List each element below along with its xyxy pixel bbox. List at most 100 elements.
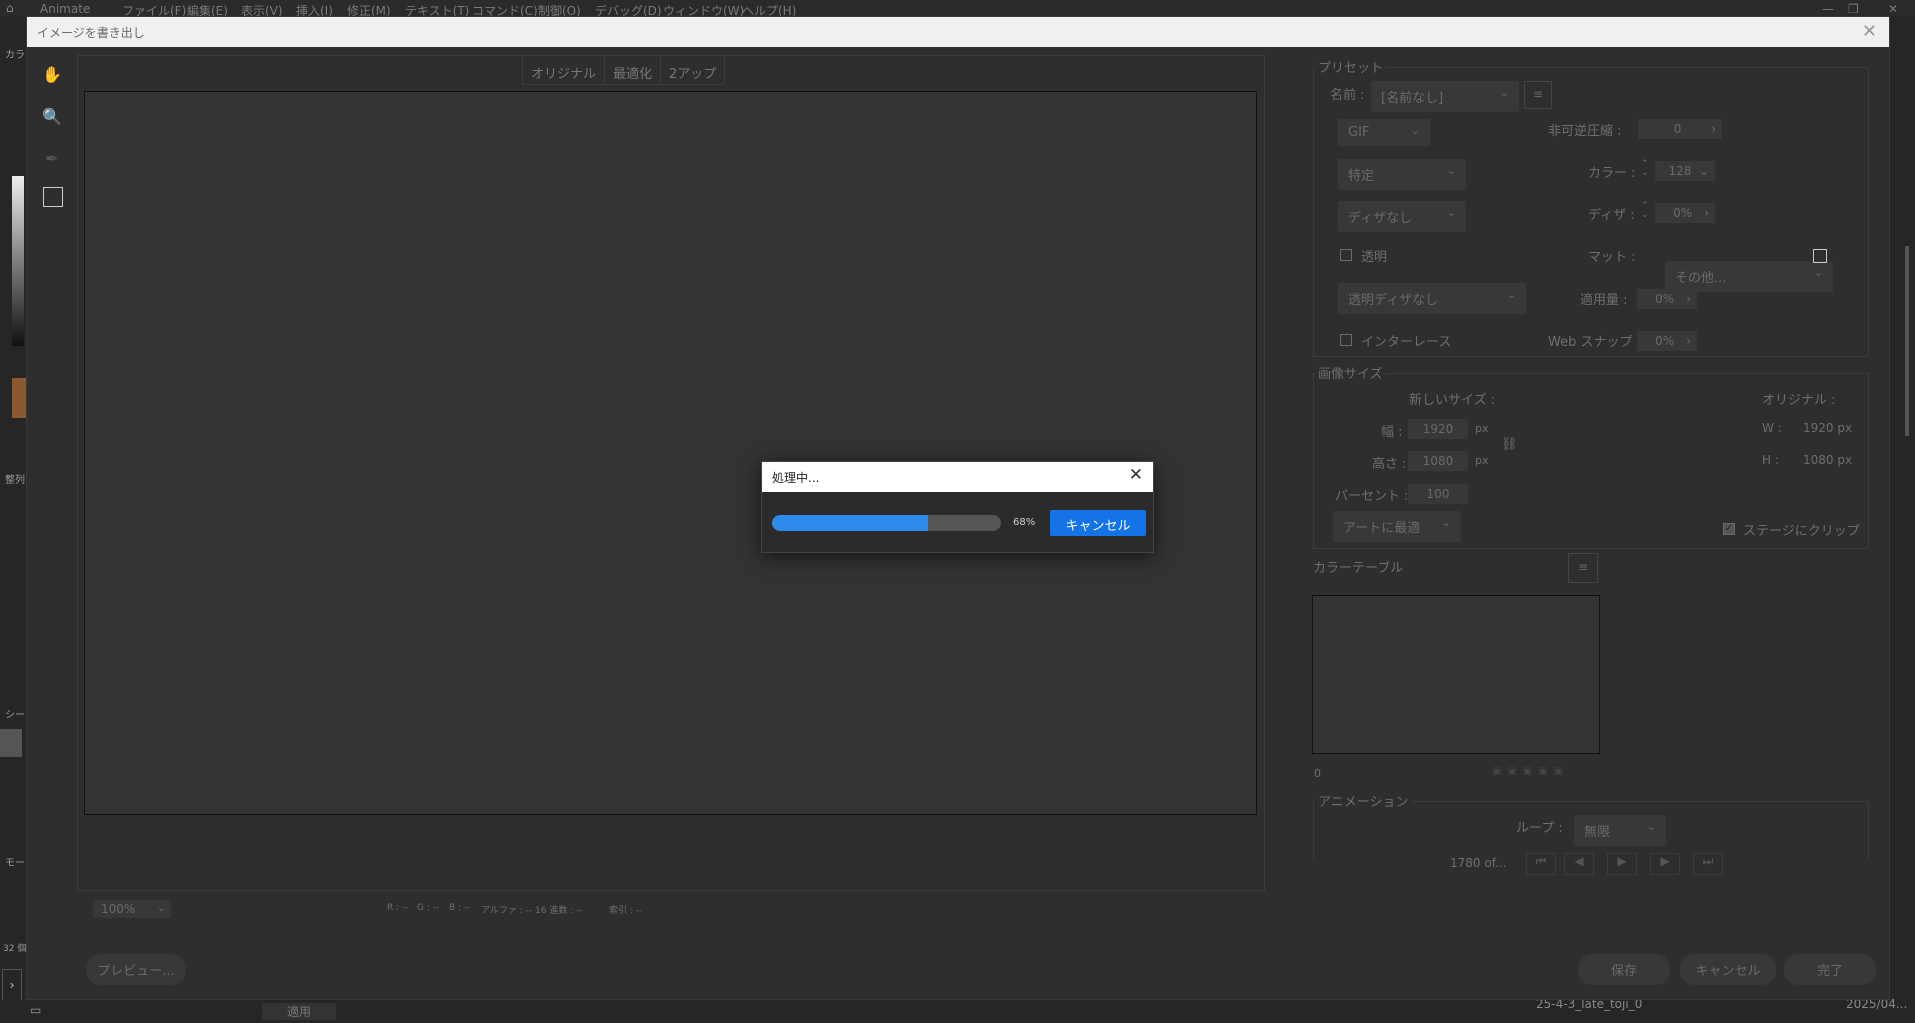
menu-file[interactable]: ファイル(F) [122,2,186,16]
first-frame-icon[interactable]: ⏮ [1526,853,1556,875]
width-field[interactable]: 1920 [1408,419,1468,439]
interlace-checkbox[interactable] [1340,334,1352,346]
cancel-button[interactable]: キャンセル [1680,954,1776,985]
chevron-down-icon: ⌄ [1441,516,1451,529]
play-icon[interactable]: ▶ [1607,853,1637,875]
preview-button[interactable]: プレビュー... [86,954,186,985]
link-icon[interactable]: ⛓ [1501,437,1518,452]
menu-edit[interactable]: 編集(E) [187,2,228,16]
transparency-dither-dropdown[interactable]: 透明ディザなし ⌄ [1338,283,1526,314]
palette-value: 特定 [1348,169,1375,184]
lossy-label: 非可逆圧縮 : [1548,124,1622,139]
original-width-value: 1920 px [1803,421,1853,435]
eyedropper-color-swatch[interactable] [43,187,63,207]
menu-control[interactable]: 制御(O) [538,2,581,16]
color-table-legend: カラーテーブル [1313,561,1404,576]
height-field[interactable]: 1080 [1408,451,1468,471]
lossy-value: 0 [1673,122,1682,136]
save-button[interactable]: 保存 [1578,954,1670,985]
last-frame-icon[interactable]: ⏭ [1693,853,1723,875]
format-dropdown[interactable]: GIF ⌄ [1338,119,1430,146]
colors-value: 128 [1668,164,1692,178]
tab-original[interactable]: オリジナル [522,55,606,85]
minimize-icon[interactable]: — [1822,2,1834,16]
eyedropper-tool-icon[interactable]: ✒ [41,149,63,171]
palette-dropdown[interactable]: 特定 ⌄ [1338,159,1466,190]
preset-menu-icon[interactable]: ≡ [1524,81,1552,109]
transparency-label: 透明 [1361,250,1388,265]
home-icon[interactable]: ⌂ [6,1,14,15]
menu-modify[interactable]: 修正(M) [347,2,391,16]
menu-view[interactable]: 表示(V) [241,2,283,16]
clip-to-stage-checkbox[interactable]: ✓ [1723,523,1735,535]
height-unit: px [1475,454,1489,467]
tab-2up[interactable]: 2アップ [660,55,726,85]
folder-icon[interactable]: ▭ [30,1003,41,1017]
apply-button-bg[interactable]: 適用 [262,1003,337,1020]
chevron-right-icon: › [1711,122,1716,136]
dialog-close-icon[interactable]: ✕ [1862,21,1877,42]
dither-label: ディザ : [1588,208,1635,223]
next-frame-icon[interactable]: ▶ [1650,853,1680,875]
preview-canvas [84,91,1257,815]
color-table-menu-icon[interactable]: ≡ [1568,553,1598,583]
loop-value: 無限 [1584,825,1611,840]
menu-text[interactable]: テキスト(T) [405,2,469,16]
fit-value: アートに最適 [1343,521,1421,536]
matte-color-swatch[interactable] [1813,249,1827,263]
status-g: G : -- [417,903,440,913]
menu-window[interactable]: ウィンドウ(W) [663,2,744,16]
processing-cancel-button[interactable]: キャンセル [1050,510,1146,536]
right-scrollbar[interactable] [1905,246,1909,436]
panel-label-mode: モー [5,858,25,869]
lossy-field[interactable]: 0 › [1638,119,1722,139]
amount-label: 適用量 : [1580,293,1628,308]
color-table-tools-icon[interactable]: ▣▣▣▣▣ [1492,766,1598,780]
amount-field[interactable]: 0% › [1637,289,1697,309]
loop-dropdown[interactable]: 無限 ⌄ [1574,815,1666,846]
image-size-legend: 画像サイズ [1315,363,1386,382]
restore-icon[interactable]: ❐ [1848,2,1859,16]
processing-close-icon[interactable]: ✕ [1129,465,1143,485]
fit-dropdown[interactable]: アートに最適 ⌄ [1333,511,1461,542]
percent-field[interactable]: 100 [1408,484,1468,504]
dither-mode-value: ディザなし [1348,211,1413,226]
dither-field[interactable]: 0% › [1655,203,1715,223]
format-value: GIF [1348,125,1370,140]
dither-mode-dropdown[interactable]: ディザなし ⌄ [1338,201,1466,232]
scene-icon[interactable] [0,729,22,757]
menu-insert[interactable]: 挿入(I) [296,2,333,16]
menu-help[interactable]: ヘルプ(H) [742,2,796,16]
colors-stepper-icon[interactable]: ⌃ ⌄ [1641,160,1649,178]
chevron-right-icon: › [1686,292,1691,306]
transparency-checkbox[interactable] [1340,249,1352,261]
zoom-tool-icon[interactable]: 🔍 [41,107,63,129]
zoom-dropdown[interactable]: 100% ⌄ [93,900,171,918]
tab-optimized[interactable]: 最適化 [604,55,662,85]
status-hex: 16 進数 : -- [535,906,583,916]
matte-label: マット : [1588,250,1636,265]
dither-value: 0% [1673,206,1693,220]
color-gradient-swatch [12,176,24,346]
original-label: オリジナル : [1762,393,1836,408]
websnap-field[interactable]: 0% › [1637,331,1697,351]
hand-tool-icon[interactable]: ✋ [41,65,63,87]
preset-name-dropdown[interactable]: [名前なし] ⌄ [1371,81,1519,112]
brown-color-swatch[interactable] [12,378,26,418]
dither-stepper-icon[interactable]: ⌃ ⌄ [1641,202,1649,220]
width-label: 幅 : [1381,425,1403,440]
status-b: B : -- [449,903,471,913]
chevron-right-icon: › [1686,334,1691,348]
color-table-count: 0 [1314,767,1321,780]
menu-debug[interactable]: デバッグ(D) [595,2,662,16]
menubar: ⌂ Animate ファイル(F) 編集(E) 表示(V) 挿入(I) 修正(M… [0,0,1915,16]
colors-dropdown[interactable]: 128 ⌄ [1655,161,1715,181]
matte-dropdown[interactable]: その他... ⌄ [1665,261,1833,292]
done-button[interactable]: 完了 [1784,954,1876,985]
progress-percent: 68% [1013,517,1036,528]
close-icon[interactable]: ✕ [1888,2,1898,16]
bottom-strip: ▭ 適用 25-4-3_late_toji_0 2025/04... [0,997,1915,1023]
menu-commands[interactable]: コマンド(C) [472,2,538,16]
panel-label-color: カラー [5,50,25,61]
prev-frame-icon[interactable]: ◀ [1564,853,1594,875]
